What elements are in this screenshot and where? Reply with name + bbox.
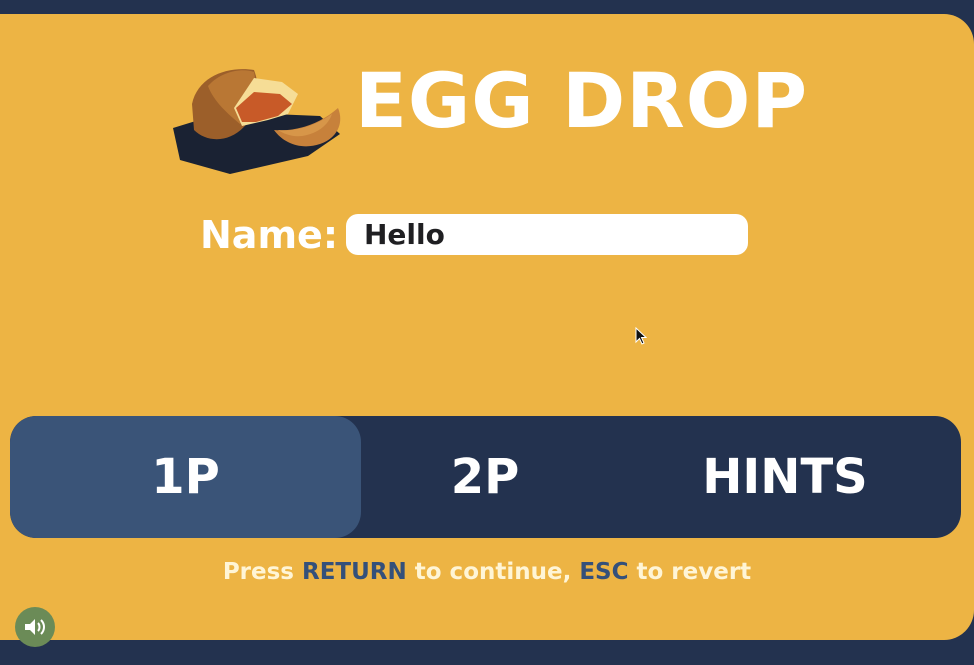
- name-input[interactable]: [346, 214, 748, 255]
- speaker-icon: [25, 619, 45, 635]
- mode-menu: 1P 2P HINTS: [10, 416, 961, 538]
- cracked-egg-icon: [173, 69, 341, 174]
- name-label: Name:: [200, 213, 339, 257]
- hint-prefix: Press: [222, 559, 302, 585]
- return-key-label: RETURN: [302, 559, 407, 585]
- hint-middle: to continue,: [406, 559, 580, 585]
- menu-item-2p[interactable]: 2P: [361, 416, 609, 538]
- game-title: EGG DROP: [355, 56, 809, 145]
- menu-item-hints[interactable]: HINTS: [609, 416, 961, 538]
- menu-item-1p[interactable]: 1P: [10, 416, 361, 538]
- controls-hint: Press RETURN to continue, ESC to revert: [0, 556, 974, 588]
- hint-suffix: to revert: [628, 559, 752, 585]
- esc-key-label: ESC: [579, 559, 629, 585]
- sound-toggle-button[interactable]: [15, 607, 55, 647]
- mouse-cursor-icon: [635, 327, 647, 345]
